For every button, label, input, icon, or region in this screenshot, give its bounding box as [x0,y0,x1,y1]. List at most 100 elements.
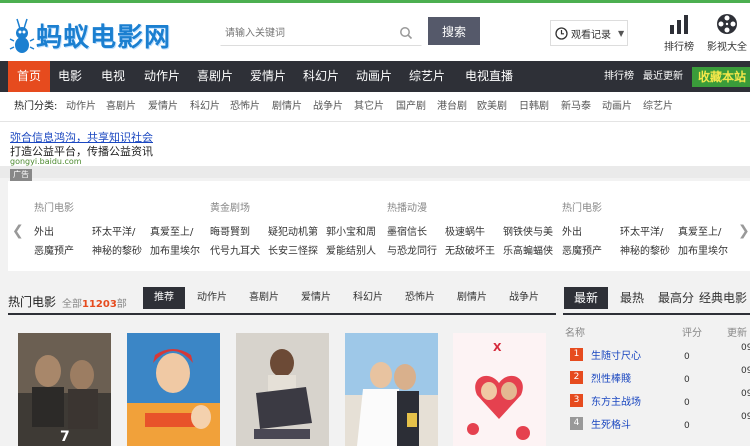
tab-romance[interactable]: 爱情片 [296,287,336,309]
rank-title[interactable]: 生随寸尺心 [591,347,641,362]
featured-item[interactable]: 加布里埃尔 [150,242,200,257]
featured-item[interactable]: 长安三怪探 [268,242,318,257]
nav-ranking[interactable]: 排行榜 [604,61,634,92]
rank-score: 0 [684,421,690,431]
tab-comedy[interactable]: 喜剧片 [244,287,284,309]
ranking-row[interactable]: 2 烈性棒賤 0 09 [563,366,750,389]
rank-title[interactable]: 生死格斗 [591,416,631,431]
category-link[interactable]: 科幻片 [190,92,220,122]
nav-home[interactable]: 首页 [8,61,50,92]
category-link[interactable]: 港台剧 [437,92,467,122]
featured-item[interactable]: 代号九耳犬 [210,242,260,257]
ranking-label: 排行榜 [664,42,694,53]
ad-tag-strip: 广告 [0,166,750,181]
category-link[interactable]: 剧情片 [272,92,302,122]
search-input[interactable] [221,21,396,45]
featured-item[interactable]: 恶魔预产 [562,242,602,257]
movie-poster[interactable] [127,333,220,446]
tab-scifi[interactable]: 科幻片 [348,287,388,309]
tab-war[interactable]: 战争片 [504,287,544,309]
search-box [220,20,422,46]
category-link[interactable]: 恐怖片 [230,92,260,122]
tab-drama[interactable]: 剧情片 [452,287,492,309]
nav-romance[interactable]: 爱情片 [246,61,290,92]
category-link[interactable]: 其它片 [354,92,384,122]
featured-item[interactable]: 真爱至上/ [678,223,721,238]
section-divider [563,313,750,315]
ad-url[interactable]: gongyi.baidu.com [10,157,82,166]
nav-animation[interactable]: 动画片 [352,61,396,92]
featured-item[interactable]: 晦哥賢到 [210,223,250,238]
ranking-link[interactable]: 排行榜 [657,13,701,53]
nav-variety[interactable]: 综艺片 [405,61,449,92]
rank-title[interactable]: 东方主战场 [591,393,641,408]
category-link[interactable]: 喜剧片 [106,92,136,122]
tab-action[interactable]: 动作片 [192,287,232,309]
tab-classics[interactable]: 经典电影 [698,287,748,309]
tab-recommended[interactable]: 推荐 [143,287,185,309]
nav-scifi[interactable]: 科幻片 [299,61,343,92]
featured-item[interactable]: 神秘的黎砂 [620,242,670,257]
featured-item[interactable]: 疑犯动机第 [268,223,318,238]
category-link[interactable]: 欧美剧 [477,92,507,122]
featured-item[interactable]: 墨宿信长 [387,223,427,238]
tab-hottest[interactable]: 最热 [615,287,649,309]
featured-item[interactable]: 环太平洋/ [92,223,135,238]
category-link[interactable]: 动画片 [602,92,632,122]
featured-item[interactable]: 神秘的黎砂 [92,242,142,257]
nav-recent[interactable]: 最近更新 [643,61,683,92]
all-movies-link[interactable]: 影视大全 [705,13,749,53]
rank-title[interactable]: 烈性棒賤 [591,370,631,385]
tab-horror[interactable]: 恐怖片 [400,287,440,309]
featured-item[interactable]: 爱能结别人 [326,242,376,257]
movie-poster[interactable]: 7 [18,333,111,446]
nav-comedy[interactable]: 喜剧片 [193,61,237,92]
tab-latest[interactable]: 最新 [564,287,608,309]
nav-tv[interactable]: 电视 [95,61,131,92]
category-link[interactable]: 综艺片 [643,92,673,122]
nav-movies[interactable]: 电影 [52,61,88,92]
featured-item[interactable]: 真爱至上/ [150,223,193,238]
count-value: 11203 [82,299,117,310]
count-prefix: 全部 [62,299,82,310]
search-button[interactable]: 搜索 [428,17,480,45]
featured-item[interactable]: 与恐龙同行 [387,242,437,257]
ranking-row[interactable]: 4 生死格斗 0 09 [563,412,750,435]
featured-column: 热门电影 外出 环太平洋/ 真爱至上/ 恶魔预产 神秘的黎砂 加布里埃尔 [34,181,210,271]
category-link[interactable]: 动作片 [66,92,96,122]
featured-item[interactable]: 环太平洋/ [620,223,663,238]
bookmark-button[interactable]: 收藏本站 [692,67,750,87]
ad-banner: 弥合信息鸿沟，共享知识社会 打造公益平台，传播公益资讯 gongyi.baidu… [0,122,750,181]
site-logo[interactable]: 蚂蚁电影网 [8,9,188,57]
featured-item[interactable]: 无敌破坏王 [445,242,495,257]
featured-item[interactable]: 外出 [34,223,54,238]
category-link[interactable]: 战争片 [313,92,343,122]
featured-item[interactable]: 加布里埃尔 [678,242,728,257]
search-icon[interactable] [399,26,413,40]
featured-item[interactable]: 郭小宝和周 [326,223,376,238]
featured-item[interactable]: 极速蜗牛 [445,223,485,238]
nav-live-tv[interactable]: 电视直播 [460,61,518,92]
category-link[interactable]: 日韩剧 [519,92,549,122]
ranking-row[interactable]: 3 东方主战场 0 09 [563,389,750,412]
total-count: 全部11203部 [62,295,127,310]
featured-item[interactable]: 外出 [562,223,582,238]
history-dropdown[interactable]: 观看记录 ▼ [550,20,628,46]
chevron-left-icon[interactable]: ❮ [12,223,24,239]
featured-item[interactable]: 乐高蝙蝠侠 [503,242,553,257]
svg-text:X: X [493,341,502,354]
movie-poster[interactable] [345,333,438,446]
featured-item[interactable]: 钢铁侠与美 [503,223,553,238]
movie-poster[interactable]: X [453,333,546,446]
chevron-right-icon[interactable]: ❯ [738,223,750,239]
nav-action[interactable]: 动作片 [140,61,184,92]
ranking-row[interactable]: 1 生随寸尺心 0 09 [563,343,750,366]
category-link[interactable]: 爱情片 [148,92,178,122]
featured-item[interactable]: 恶魔预产 [34,242,74,257]
movie-poster[interactable] [236,333,329,446]
tab-top-rated[interactable]: 最高分 [656,287,696,309]
category-link[interactable]: 国产剧 [396,92,426,122]
category-link[interactable]: 新马泰 [561,92,591,122]
rank-score: 0 [684,352,690,362]
rank-update: 09 [741,389,750,399]
